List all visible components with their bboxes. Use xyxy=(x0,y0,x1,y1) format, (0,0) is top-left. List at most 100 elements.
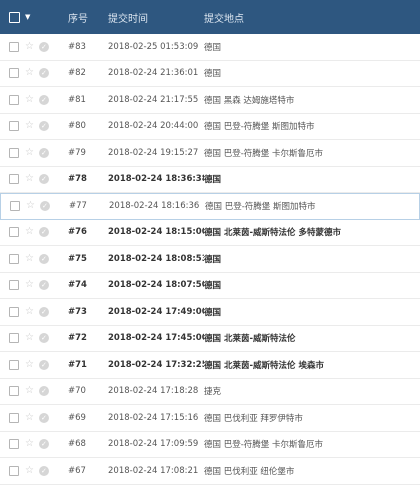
column-header-time[interactable]: 提交时间 xyxy=(108,10,204,25)
table-row[interactable]: ☆ ✓ #83 2018-02-25 01:53:09 德国 xyxy=(0,34,420,61)
row-checkbox[interactable] xyxy=(9,359,19,370)
star-icon[interactable]: ☆ xyxy=(25,306,34,317)
check-circle-icon[interactable]: ✓ xyxy=(38,41,49,52)
check-circle-icon[interactable]: ✓ xyxy=(38,439,49,450)
row-checkbox[interactable] xyxy=(9,41,19,52)
table-row[interactable]: ☆ ✓ #70 2018-02-24 17:18:28 捷克 xyxy=(0,379,420,405)
star-icon[interactable]: ☆ xyxy=(25,147,34,158)
table-row[interactable]: ☆ ✓ #79 2018-02-24 19:15:27 德国 巴登-符腾堡 卡尔斯鲁厄市 xyxy=(0,140,420,167)
row-controls: ☆ ✓ xyxy=(0,439,68,450)
check-circle-icon[interactable]: ✓ xyxy=(38,147,49,158)
check-circle-icon[interactable]: ✓ xyxy=(38,465,49,476)
table-row[interactable]: ☆ ✓ #69 2018-02-24 17:15:16 德国 巴伐利亚 拜罗伊特市 xyxy=(0,405,420,432)
row-checkbox[interactable] xyxy=(9,68,19,79)
star-icon[interactable]: ☆ xyxy=(25,174,34,184)
row-number: #69 xyxy=(68,412,86,423)
row-location: 德国 北莱茵-威斯特法伦 xyxy=(204,334,296,345)
star-icon[interactable]: ☆ xyxy=(25,386,34,396)
row-time: 2018-02-24 17:15:16 xyxy=(108,412,199,423)
table-row[interactable]: ☆ ✓ #74 2018-02-24 18:07:50 德国 xyxy=(0,273,420,299)
row-checkbox[interactable] xyxy=(9,280,19,291)
select-all-dropdown[interactable]: ▼ xyxy=(0,11,68,23)
row-time: 2018-02-24 17:49:00 xyxy=(108,306,204,317)
check-circle-icon[interactable]: ✓ xyxy=(38,386,49,397)
check-circle-icon[interactable]: ✓ xyxy=(39,201,50,212)
table-row[interactable]: ☆ ✓ #78 2018-02-24 18:36:38 德国 xyxy=(0,167,420,193)
check-circle-icon[interactable]: ✓ xyxy=(38,94,49,105)
star-icon[interactable]: ☆ xyxy=(25,121,34,131)
row-location: 德国 xyxy=(204,42,222,53)
row-number: #67 xyxy=(68,465,86,476)
table-row[interactable]: ☆ ✓ #80 2018-02-24 20:44:00 德国 巴登-符腾堡 斯图加特市 xyxy=(0,114,420,140)
star-icon[interactable]: ☆ xyxy=(25,412,34,423)
table-row[interactable]: ☆ ✓ #67 2018-02-24 17:08:21 德国 巴伐利亚 纽伦堡市 xyxy=(0,458,420,485)
star-icon[interactable]: ☆ xyxy=(25,465,34,476)
row-checkbox[interactable] xyxy=(9,227,19,238)
row-checkbox[interactable] xyxy=(9,253,19,264)
row-time: 2018-02-24 17:18:28 xyxy=(108,386,199,397)
star-icon[interactable]: ☆ xyxy=(25,333,34,343)
row-number: #82 xyxy=(68,68,86,79)
check-circle-icon[interactable]: ✓ xyxy=(38,280,49,291)
check-circle-icon[interactable]: ✓ xyxy=(38,174,49,185)
row-controls: ☆ ✓ xyxy=(0,412,68,423)
row-number: #83 xyxy=(68,41,86,52)
row-number: #74 xyxy=(68,280,87,291)
row-checkbox[interactable] xyxy=(9,386,19,397)
table-row[interactable]: ☆ ✓ #82 2018-02-24 21:36:01 德国 xyxy=(0,61,420,87)
row-checkbox[interactable] xyxy=(9,306,19,317)
check-circle-icon[interactable]: ✓ xyxy=(38,306,49,317)
check-circle-icon[interactable]: ✓ xyxy=(38,412,49,423)
check-circle-icon[interactable]: ✓ xyxy=(38,333,49,344)
check-circle-icon[interactable]: ✓ xyxy=(38,121,49,132)
row-location: 德国 黑森 达姆施塔特市 xyxy=(204,95,295,106)
row-location: 德国 北莱茵-威斯特法伦 埃森市 xyxy=(204,360,324,371)
row-controls: ☆ ✓ xyxy=(0,359,68,370)
table-row[interactable]: ☆ ✓ #72 2018-02-24 17:45:00 德国 北莱茵-威斯特法伦 xyxy=(0,326,420,352)
row-controls: ☆ ✓ xyxy=(0,147,68,158)
row-location: 德国 巴伐利亚 纽伦堡市 xyxy=(204,466,295,477)
table-row[interactable]: ☆ ✓ #75 2018-02-24 18:08:53 德国 xyxy=(0,246,420,273)
star-icon[interactable]: ☆ xyxy=(25,227,34,237)
star-icon[interactable]: ☆ xyxy=(25,68,34,78)
column-header-number[interactable]: 序号 xyxy=(68,10,108,25)
star-icon[interactable]: ☆ xyxy=(26,201,35,211)
check-circle-icon[interactable]: ✓ xyxy=(38,227,49,238)
table-row[interactable]: ☆ ✓ #76 2018-02-24 18:15:00 德国 北莱茵-威斯特法伦 多特蒙… xyxy=(0,220,420,246)
row-location: 德国 巴登-符腾堡 卡尔斯鲁厄市 xyxy=(204,440,323,451)
check-circle-icon[interactable]: ✓ xyxy=(38,68,49,79)
table-row[interactable]: ☆ ✓ #68 2018-02-24 17:09:59 德国 巴登-符腾堡 卡尔斯鲁厄市 xyxy=(0,432,420,458)
row-checkbox[interactable] xyxy=(9,94,19,105)
row-checkbox[interactable] xyxy=(9,439,19,450)
row-checkbox[interactable] xyxy=(9,174,19,185)
row-time: 2018-02-25 01:53:09 xyxy=(108,41,199,52)
table-row[interactable]: ☆ ✓ #77 2018-02-24 18:16:36 德国 巴登-符腾堡 斯图加特市 xyxy=(0,193,420,220)
row-controls: ☆ ✓ xyxy=(0,306,68,317)
star-icon[interactable]: ☆ xyxy=(25,280,34,290)
column-header-location[interactable]: 提交地点 xyxy=(204,10,420,25)
row-checkbox[interactable] xyxy=(9,333,19,344)
row-checkbox[interactable] xyxy=(9,121,19,132)
row-checkbox[interactable] xyxy=(9,465,19,476)
row-checkbox[interactable] xyxy=(10,201,20,212)
chevron-down-icon[interactable]: ▼ xyxy=(25,13,30,21)
row-location: 德国 巴登-符腾堡 卡尔斯鲁厄市 xyxy=(204,148,323,159)
check-circle-icon[interactable]: ✓ xyxy=(38,359,49,370)
star-icon[interactable]: ☆ xyxy=(25,359,34,370)
star-icon[interactable]: ☆ xyxy=(25,94,34,105)
table-row[interactable]: ☆ ✓ #81 2018-02-24 21:17:55 德国 黑森 达姆施塔特市 xyxy=(0,87,420,114)
select-all-checkbox[interactable] xyxy=(9,11,20,23)
row-checkbox[interactable] xyxy=(9,147,19,158)
star-icon[interactable]: ☆ xyxy=(25,439,34,449)
row-number: #79 xyxy=(68,147,86,158)
row-number: #77 xyxy=(69,201,87,212)
table-row[interactable]: ☆ ✓ #73 2018-02-24 17:49:00 德国 xyxy=(0,299,420,326)
row-checkbox[interactable] xyxy=(9,412,19,423)
row-time: 2018-02-24 18:15:00 xyxy=(108,227,204,238)
check-circle-icon[interactable]: ✓ xyxy=(38,253,49,264)
star-icon[interactable]: ☆ xyxy=(25,41,34,52)
row-time: 2018-02-24 17:32:25 xyxy=(108,359,204,370)
table-row[interactable]: ☆ ✓ #71 2018-02-24 17:32:25 德国 北莱茵-威斯特法伦 埃森市 xyxy=(0,352,420,379)
star-icon[interactable]: ☆ xyxy=(25,253,34,264)
row-time: 2018-02-24 21:17:55 xyxy=(108,94,199,105)
